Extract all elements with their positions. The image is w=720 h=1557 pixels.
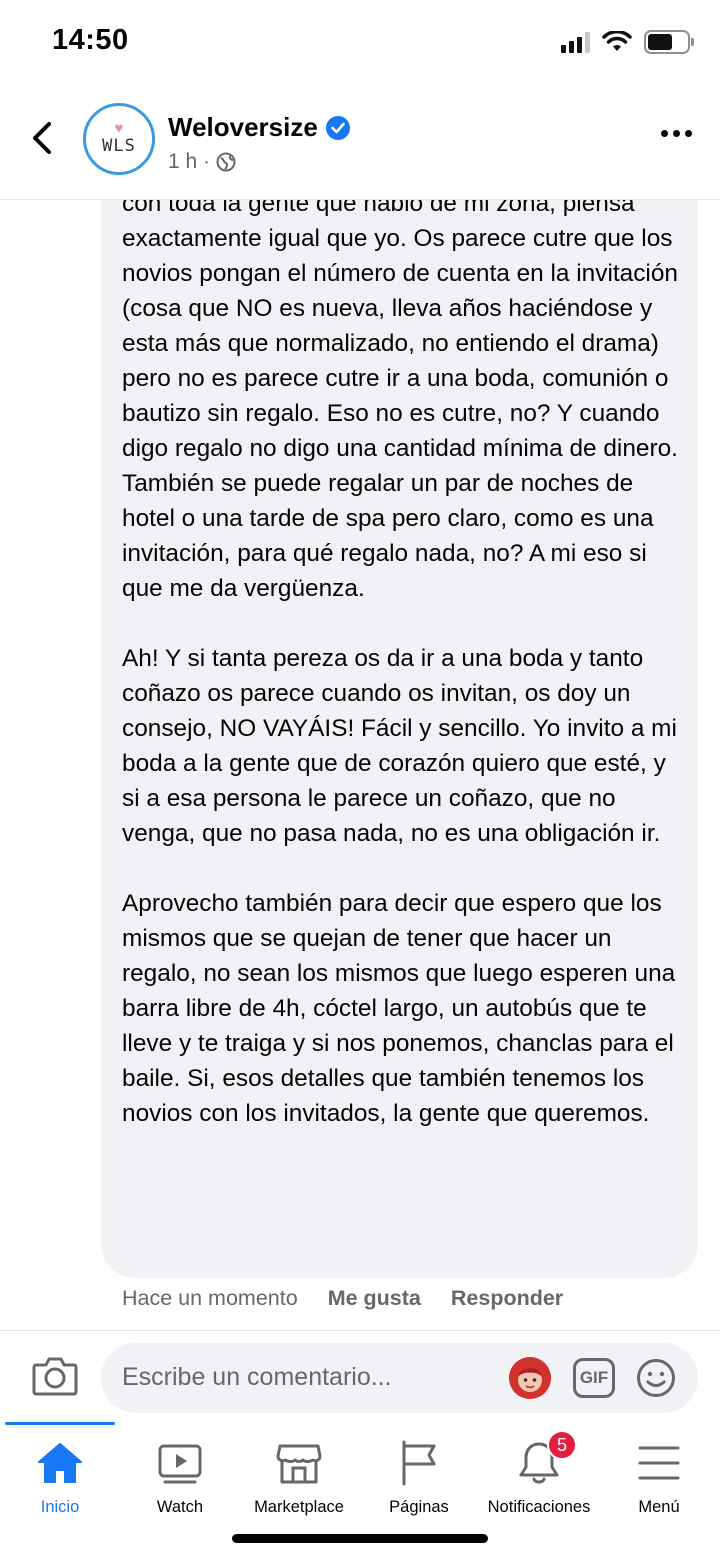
notification-badge: 5 [547,1430,577,1460]
back-arrow-icon [33,122,51,154]
globe-icon [216,152,236,172]
tab-inicio[interactable]: Inicio [0,1440,120,1517]
back-button[interactable] [22,118,62,158]
heart-icon: ♥ [114,120,124,137]
tab-paginas[interactable]: Páginas [359,1440,479,1517]
tab-label: Marketplace [254,1498,344,1516]
avatar-sticker-icon[interactable] [509,1357,551,1399]
watch-icon [158,1444,202,1484]
comment-paragraph-2: Ah! Y si tanta pereza os da ir a una bod… [122,645,677,847]
emoji-icon[interactable] [635,1357,677,1399]
verified-badge-icon [325,115,350,140]
menu-icon [638,1446,680,1480]
page-avatar[interactable]: ♥ WLS [83,103,155,175]
tab-label: Páginas [389,1498,449,1516]
tab-label: Inicio [40,1498,80,1516]
gif-icon[interactable]: GIF [573,1358,615,1398]
comment-input[interactable]: Escribe un comentario... GIF [101,1343,698,1413]
comment-paragraph-1: con toda la gente que habló de mi zona, … [122,190,678,602]
marketplace-icon [276,1444,322,1484]
comment-text: con toda la gente que habló de mi zona, … [122,186,690,1131]
tab-label: Watch [156,1498,204,1516]
flag-icon [402,1440,436,1486]
comment-actions: Hace un momento Me gusta Responder [122,1286,593,1311]
wifi-icon [602,31,632,51]
comment-time: Hace un momento [122,1286,298,1310]
page-name[interactable]: Weloversize [168,112,318,143]
status-icons [561,30,694,54]
tab-menu[interactable]: Menú [599,1440,719,1517]
post-header: ♥ WLS Weloversize 1 h · [0,88,720,200]
tab-marketplace[interactable]: Marketplace [239,1440,359,1517]
signal-icon [561,31,590,53]
tab-notificaciones[interactable]: 5 Notificaciones [479,1430,599,1517]
status-time: 14:50 [52,24,129,56]
comment-input-placeholder: Escribe un comentario... [122,1363,392,1391]
battery-icon [644,30,694,54]
comment-composer: Escribe un comentario... GIF [0,1330,720,1422]
status-bar: 14:50 [0,0,720,88]
reply-button[interactable]: Responder [451,1286,563,1311]
avatar-logo-text: WLS [102,136,136,156]
active-tab-indicator [5,1422,115,1425]
tab-label: Notificaciones [487,1498,591,1516]
home-indicator [232,1534,488,1543]
tab-label: Menú [638,1498,680,1516]
more-icon[interactable] [661,130,692,137]
comment-bubble: con toda la gente que habló de mi zona, … [101,150,698,1278]
camera-icon[interactable] [32,1355,78,1397]
post-time: 1 h · [168,150,211,173]
page-name-row: Weloversize [168,112,350,143]
comment-paragraph-3: Aprovecho también para decir que espero … [122,890,676,1127]
like-button[interactable]: Me gusta [328,1286,421,1311]
tab-watch[interactable]: Watch [120,1440,240,1517]
post-meta: 1 h · [168,150,236,174]
home-icon [38,1443,82,1483]
